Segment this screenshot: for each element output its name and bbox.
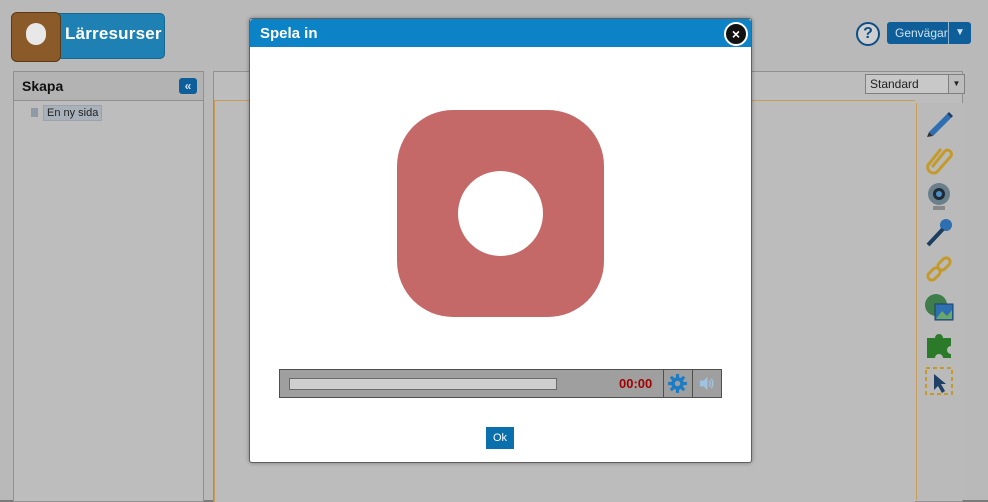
ok-button[interactable]: Ok xyxy=(486,427,514,449)
tree-item-label: En ny sida xyxy=(43,105,103,121)
speaker-icon[interactable] xyxy=(696,374,717,393)
puzzle-icon[interactable] xyxy=(923,328,955,360)
dialog-title: Spela in xyxy=(260,25,318,42)
view-select[interactable]: Standard ▼ xyxy=(865,74,965,94)
tree-item-new-page[interactable]: En ny sida xyxy=(31,105,103,121)
selection-icon[interactable] xyxy=(923,365,955,397)
collapse-icon[interactable]: « xyxy=(179,78,197,94)
page-icon xyxy=(31,108,38,117)
link-icon[interactable] xyxy=(923,254,955,286)
create-panel-title: Skapa xyxy=(22,78,64,94)
microphone-icon[interactable] xyxy=(923,217,955,249)
record-button[interactable] xyxy=(397,110,604,317)
chevron-down-icon[interactable]: ▼ xyxy=(948,22,971,44)
dialog-header: Spela in × xyxy=(250,19,751,47)
shortcuts-label: Genvägar xyxy=(895,26,948,40)
view-select-value: Standard xyxy=(870,77,919,91)
close-icon[interactable]: × xyxy=(724,22,748,46)
divider xyxy=(692,370,693,397)
create-panel-header: Skapa « xyxy=(14,72,203,101)
divider xyxy=(663,370,664,397)
progress-bar[interactable] xyxy=(289,378,557,390)
help-icon[interactable]: ? xyxy=(856,22,880,46)
pencil-icon[interactable] xyxy=(923,106,955,138)
logo-text: Lärresurser xyxy=(65,24,162,43)
select-arrow-icon[interactable]: ▼ xyxy=(948,75,964,93)
elapsed-time: 00:00 xyxy=(619,376,653,391)
app-logo[interactable]: Lärresurser xyxy=(11,12,165,62)
gear-icon[interactable] xyxy=(667,373,688,394)
webcam-icon[interactable] xyxy=(923,180,955,212)
recorder-bar: 00:00 xyxy=(279,369,722,398)
image-icon[interactable] xyxy=(923,291,955,323)
logo-box-icon xyxy=(11,12,61,62)
paperclip-icon[interactable] xyxy=(923,143,955,175)
create-panel: Skapa « En ny sida xyxy=(13,71,204,502)
record-dialog: Spela in × 00:00 Ok xyxy=(249,18,752,463)
insert-toolbar xyxy=(916,103,963,500)
shortcuts-button[interactable]: Genvägar ▼ xyxy=(887,22,971,44)
record-dot-icon xyxy=(458,171,543,256)
